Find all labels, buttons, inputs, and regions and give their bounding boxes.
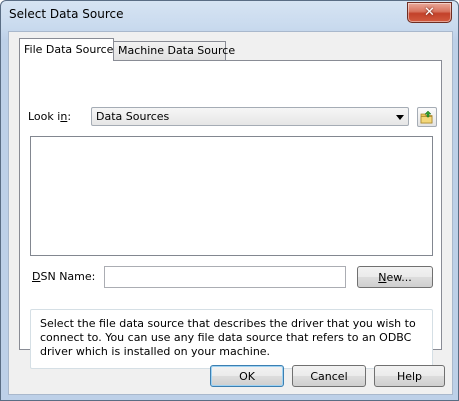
close-button[interactable]: ✕ — [407, 2, 452, 23]
file-data-source-panel: Look in: Data Sources DSN Name: New... S… — [19, 60, 442, 369]
tab-machine-data-source[interactable]: Machine Data Source — [113, 41, 235, 60]
look-in-value: Data Sources — [96, 110, 170, 123]
title-bar[interactable]: Select Data Source ✕ — [1, 1, 458, 31]
look-in-label: Look in: — [28, 110, 72, 123]
dialog-client-area: File Data Source Machine Data Source Loo… — [8, 31, 453, 395]
ok-button[interactable]: OK — [210, 365, 284, 387]
dsn-name-input[interactable] — [104, 266, 346, 288]
dsn-name-label: DSN Name: — [32, 270, 96, 283]
look-in-dropdown[interactable]: Data Sources — [91, 107, 409, 126]
new-button[interactable]: New... — [357, 266, 433, 288]
file-list[interactable] — [30, 136, 433, 256]
cancel-button[interactable]: Cancel — [292, 365, 366, 387]
description-box: Select the file data source that describ… — [30, 309, 433, 369]
dialog-window: Select Data Source ✕ File Data Source Ma… — [0, 0, 459, 401]
folder-up-icon — [420, 110, 433, 124]
tab-file-data-source[interactable]: File Data Source — [19, 38, 114, 61]
description-text: Select the file data source that describ… — [40, 317, 416, 358]
close-icon: ✕ — [424, 5, 435, 20]
help-button[interactable]: Help — [374, 365, 445, 387]
window-title: Select Data Source — [9, 7, 124, 21]
up-one-level-button[interactable] — [417, 107, 437, 127]
chevron-down-icon — [396, 115, 404, 120]
